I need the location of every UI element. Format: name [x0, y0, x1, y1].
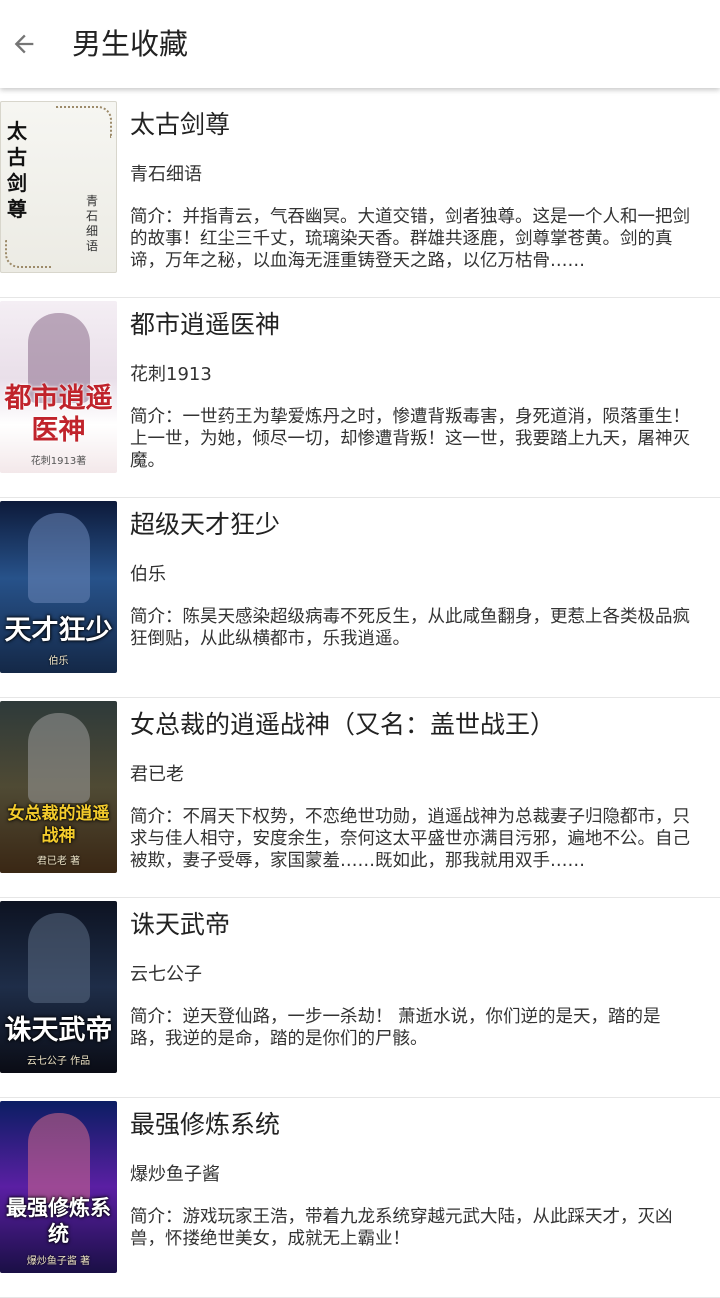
- arrow-left-icon: [14, 34, 34, 54]
- book-intro: 简介：并指青云，气吞幽冥。大道交错，剑者独尊。这是一个人和一把剑的故事！红尘三千…: [130, 207, 690, 271]
- book-intro: 简介：一世药王为挚爱炼丹之时，惨遭背叛毒害，身死道消，陨落重生！上一世，为她，倾…: [130, 407, 690, 471]
- book-cover[interactable]: 最强修炼系统 爆炒鱼子酱 著: [0, 1101, 117, 1273]
- book-author: 爆炒鱼子酱: [130, 1164, 220, 1185]
- cover-figure: [28, 513, 90, 603]
- book-author: 伯乐: [130, 564, 166, 585]
- book-cover[interactable]: 都市逍遥医神 花刺1913著: [0, 301, 117, 473]
- cover-title: 太古剑尊: [7, 119, 27, 221]
- book-author: 花刺1913: [130, 364, 212, 385]
- cover-ornament: [56, 106, 112, 138]
- cover-author: 青石细语: [86, 194, 99, 253]
- page-title: 男生收藏: [72, 27, 189, 61]
- book-title: 女总裁的逍遥战神（又名：盖世战王）: [130, 710, 556, 739]
- cover-title: 女总裁的逍遥战神: [7, 804, 110, 846]
- book-intro: 简介：游戏玩家王浩，带着九龙系统穿越元武大陆，从此踩天才，灭凶兽，怀搂绝世美女，…: [130, 1207, 673, 1249]
- book-item[interactable]: 都市逍遥医神 花刺1913著 都市逍遥医神 花刺1913 简介：一世药王为挚爱炼…: [0, 298, 720, 498]
- book-item[interactable]: 女总裁的逍遥战神 君已老 著 女总裁的逍遥战神（又名：盖世战王） 君已老 简介：…: [0, 698, 720, 898]
- cover-figure: [28, 1113, 90, 1203]
- book-title: 诛天武帝: [130, 910, 231, 939]
- book-cover[interactable]: 女总裁的逍遥战神 君已老 著: [0, 701, 117, 873]
- cover-title: 最强修炼系统: [6, 1196, 111, 1246]
- book-cover[interactable]: 太古剑尊 青石细语: [0, 101, 117, 273]
- book-author: 云七公子: [130, 964, 202, 985]
- book-author: 青石细语: [130, 164, 202, 185]
- cover-title: 天才狂少: [4, 615, 113, 646]
- book-intro: 简介：不屑天下权势，不恋绝世功勋，逍遥战神为总裁妻子归隐都市，只求与佳人相守，安…: [130, 807, 690, 871]
- cover-author: 君已老 著: [36, 856, 81, 867]
- book-cover[interactable]: 诛天武帝 云七公子 作品: [0, 901, 117, 1073]
- cover-ornament: [5, 240, 51, 268]
- cover-author: 云七公子 作品: [26, 1056, 91, 1067]
- book-title: 太古剑尊: [130, 110, 231, 139]
- book-list: 太古剑尊 青石细语 太古剑尊 青石细语 简介：并指青云，气吞幽冥。大道交错，剑者…: [0, 98, 720, 1298]
- cover-figure: [28, 913, 90, 1003]
- book-item[interactable]: 天才狂少 伯乐 超级天才狂少 伯乐 简介：陈昊天感染超级病毒不死反生，从此咸鱼翻…: [0, 498, 720, 698]
- book-cover[interactable]: 天才狂少 伯乐: [0, 501, 117, 673]
- book-intro: 简介：陈昊天感染超级病毒不死反生，从此咸鱼翻身，更惹上各类极品疯狂倒贴，从此纵横…: [130, 607, 690, 649]
- book-intro: 简介：逆天登仙路，一步一杀劫！ 萧逝水说，你们逆的是天，踏的是路，我逆的是命，踏…: [130, 1007, 661, 1049]
- book-item[interactable]: 诛天武帝 云七公子 作品 诛天武帝 云七公子 简介：逆天登仙路，一步一杀劫！ 萧…: [0, 898, 720, 1098]
- app-bar: 男生收藏: [0, 0, 720, 88]
- book-title: 最强修炼系统: [130, 1110, 281, 1139]
- book-title: 超级天才狂少: [130, 510, 281, 539]
- cover-figure: [28, 713, 90, 803]
- cover-author: 花刺1913著: [30, 456, 87, 467]
- cover-title: 都市逍遥医神: [4, 383, 113, 446]
- cover-author: 伯乐: [48, 656, 69, 667]
- back-button[interactable]: [2, 20, 46, 68]
- book-item[interactable]: 最强修炼系统 爆炒鱼子酱 著 最强修炼系统 爆炒鱼子酱 简介：游戏玩家王浩，带着…: [0, 1098, 720, 1298]
- book-item[interactable]: 太古剑尊 青石细语 太古剑尊 青石细语 简介：并指青云，气吞幽冥。大道交错，剑者…: [0, 98, 720, 298]
- book-title: 都市逍遥医神: [130, 310, 281, 339]
- book-author: 君已老: [130, 764, 184, 785]
- cover-author: 爆炒鱼子酱 著: [26, 1256, 91, 1267]
- cover-title: 诛天武帝: [4, 1015, 113, 1046]
